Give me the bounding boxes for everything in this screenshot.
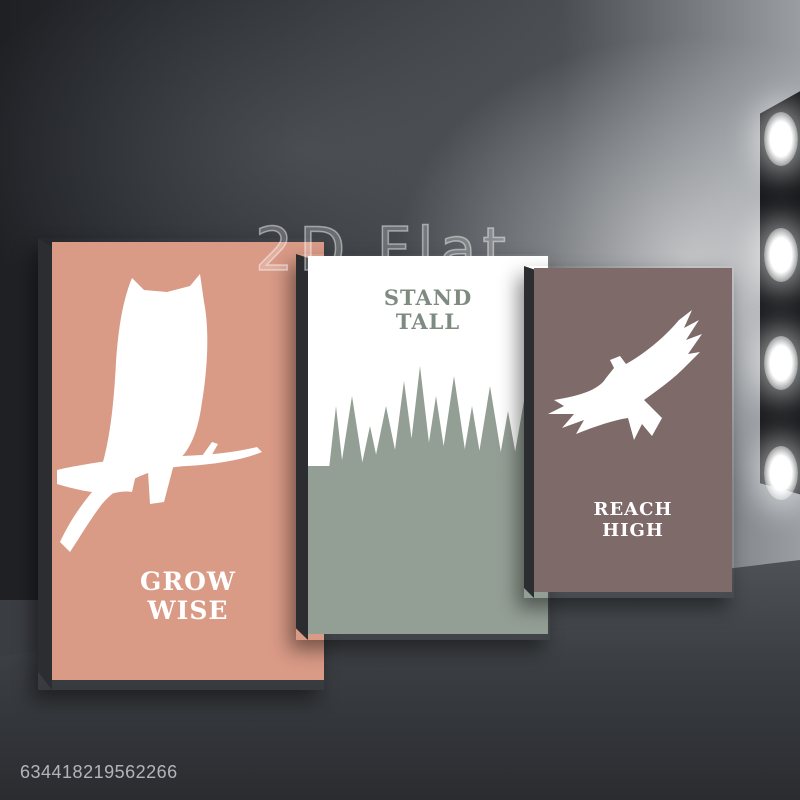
room-scene: GROW WISE STAND TALL REACH HIGH 2D Flat … [0,0,800,800]
poster-panel: REACH HIGH [534,268,732,592]
poster-frame-edge [38,238,52,690]
poster-panel: GROW WISE [52,242,324,680]
stage-lamp [764,336,798,390]
poster-title: STAND TALL [308,285,548,335]
image-id: 634418219562266 [20,762,178,782]
stage-lamp [764,446,798,500]
poster-reach-high: REACH HIGH [524,266,734,598]
poster-grow-wise: GROW WISE [38,238,324,690]
poster-title-line: STAND [383,285,473,310]
poster-title-line: REACH [593,499,673,520]
poster-title-line: TALL [395,309,461,335]
stage-lamp [764,228,798,282]
poster-title-line: GROW [140,567,236,596]
poster-panel: STAND TALL [308,256,548,634]
poster-frame-edge [296,254,308,640]
poster-title: GROW WISE [52,567,324,626]
watermark: 2D Flat [254,214,512,286]
stage-lamp [764,112,798,166]
poster-title: REACH HIGH [534,499,732,541]
poster-title-line: WISE [147,595,229,625]
poster-stand-tall: STAND TALL [296,254,550,640]
poster-title-line: HIGH [602,519,664,541]
poster-frame-edge [524,266,534,598]
eagle-icon [548,310,702,440]
